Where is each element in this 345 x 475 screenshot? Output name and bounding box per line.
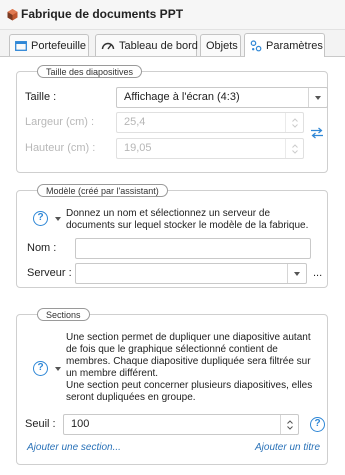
slide-size-group: Taille des diapositives Taille : Afficha… [16,65,328,173]
size-label: Taille : [25,91,57,103]
threshold-label: Seuil : [25,418,56,430]
portfolio-icon [15,41,27,51]
settings-icon [250,39,262,51]
tab-objets[interactable]: Objets [200,34,241,56]
sections-description-1: Une section permet de dupliquer une diap… [66,332,311,379]
height-input[interactable]: 19,05 [116,138,304,159]
group-legend: Modèle (créé par l'assistant) [37,184,168,197]
help-icon[interactable]: ? [33,211,48,226]
width-stepper[interactable] [285,113,303,132]
name-label: Nom : [27,242,57,254]
group-legend: Taille des diapositives [37,65,143,78]
tab-label: Tableau de bord [119,39,198,52]
help-icon[interactable]: ? [33,361,48,376]
chevron-up-icon [291,143,298,148]
expand-arrow-icon[interactable] [55,217,61,221]
height-value: 19,05 [124,142,152,154]
height-stepper[interactable] [285,139,303,158]
browse-server-button[interactable]: ... [313,267,322,279]
settings-panel: Taille des diapositives Taille : Afficha… [0,57,345,475]
chevron-down-icon [286,425,293,430]
chevron-down-icon [308,88,327,107]
sections-description-2: Une section peut concerner plusieurs dia… [66,380,313,403]
tab-label: Objets [206,39,238,52]
width-input[interactable]: 25,4 [116,112,304,133]
gauge-icon [101,42,115,50]
chevron-down-icon [291,123,298,128]
add-section-link[interactable]: Ajouter une section... [27,442,121,453]
tab-parametres[interactable]: Paramètres [244,33,325,57]
server-label: Serveur : [27,267,72,279]
name-input[interactable] [75,238,311,259]
tab-tableau-de-bord[interactable]: Tableau de bord [95,34,198,56]
swap-dimensions-icon[interactable] [310,127,324,139]
size-select-value: Affichage à l'écran (4:3) [124,91,240,103]
model-group: Modèle (créé par l'assistant) ? Donnez u… [16,184,328,288]
chevron-down-icon [291,149,298,154]
width-value: 25,4 [124,116,146,128]
sections-group: Sections ? Une section permet de dupliqu… [16,308,328,465]
app-title: Fabrique de documents PPT [21,7,184,21]
chevron-up-icon [291,117,298,122]
height-label: Hauteur (cm) : [25,142,96,154]
group-legend: Sections [37,308,90,321]
threshold-input[interactable]: 100 [63,414,299,435]
expand-arrow-icon[interactable] [55,367,61,371]
threshold-stepper[interactable] [280,415,298,434]
tab-portefeuille[interactable]: Portefeuille [9,34,89,56]
title-bar: Fabrique de documents PPT [0,0,345,30]
width-label: Largeur (cm) : [25,116,95,128]
server-select[interactable] [75,263,307,284]
sections-description: Une section permet de dupliquer une diap… [66,332,324,404]
app-logo-icon [7,9,18,21]
help-icon[interactable]: ? [310,417,325,432]
tab-label: Paramètres [266,39,323,52]
add-title-link[interactable]: Ajouter un titre [255,442,320,453]
model-description: Donnez un nom et sélectionnez un serveur… [66,208,309,231]
tab-bar: Portefeuille Tableau de bord Objets Para… [0,30,345,57]
tab-label: Portefeuille [31,39,87,52]
chevron-down-icon [287,264,306,283]
threshold-value: 100 [71,418,90,430]
chevron-up-icon [286,419,293,424]
size-select[interactable]: Affichage à l'écran (4:3) [116,87,328,108]
